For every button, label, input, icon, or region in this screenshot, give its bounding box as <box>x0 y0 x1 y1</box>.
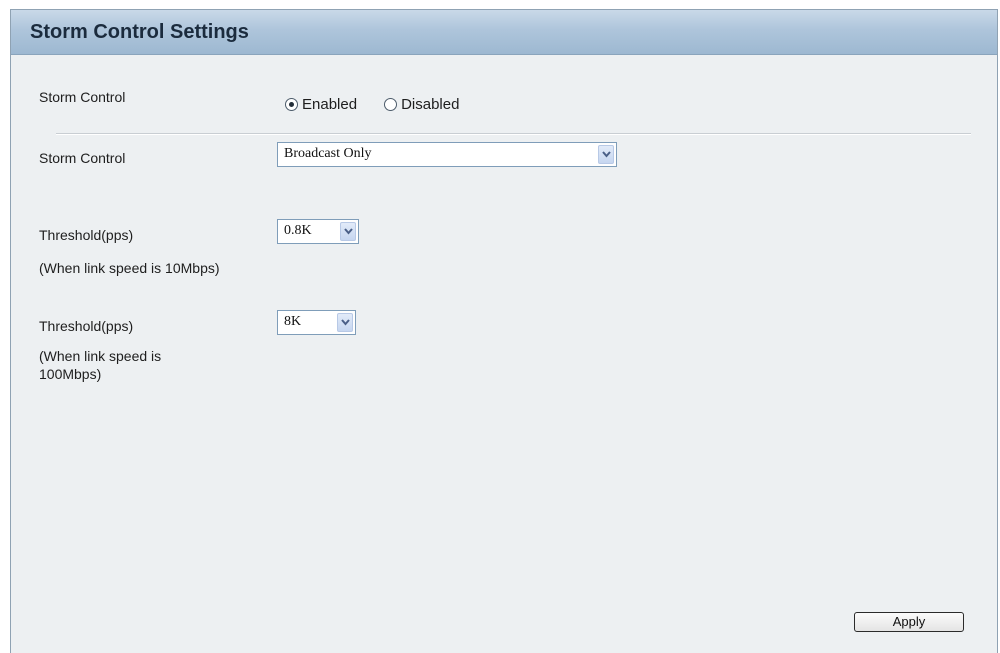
storm-control-state-label: Storm Control <box>39 89 126 105</box>
storm-control-panel: Storm Control Settings Storm Control Ena… <box>10 9 998 653</box>
disabled-label: Disabled <box>401 96 460 113</box>
threshold-100-note-line1: (When link speed is <box>39 348 162 364</box>
storm-control-radio-group: Enabled Disabled <box>285 96 486 113</box>
threshold-100-select[interactable]: 8K <box>277 310 356 335</box>
radio-checked-icon[interactable] <box>285 98 298 111</box>
title-bar: Storm Control Settings <box>11 10 997 55</box>
threshold-10-label: Threshold(pps) <box>39 227 134 243</box>
threshold-10-select[interactable]: 0.8K <box>277 219 359 244</box>
enabled-radio-option[interactable]: Enabled <box>285 96 357 113</box>
chevron-down-icon[interactable] <box>598 145 614 164</box>
radio-unchecked-icon[interactable] <box>384 98 398 111</box>
threshold-10-value: 0.8K <box>284 223 312 238</box>
chevron-down-icon[interactable] <box>340 222 356 241</box>
enabled-label: Enabled <box>302 96 358 113</box>
page-title: Storm Control Settings <box>30 21 249 43</box>
storm-control-type-label: Storm Control <box>39 150 126 166</box>
chevron-down-icon[interactable] <box>337 313 353 332</box>
threshold-100-value: 8K <box>284 314 302 329</box>
storm-control-type-value: Broadcast Only <box>284 146 372 161</box>
threshold-100-label: Threshold(pps) <box>39 318 134 334</box>
storm-control-type-select[interactable]: Broadcast Only <box>277 142 617 167</box>
threshold-10-note: (When link speed is 10Mbps) <box>39 260 220 276</box>
apply-button[interactable]: Apply <box>854 612 964 632</box>
section-divider <box>56 133 971 135</box>
disabled-radio-option[interactable]: Disabled <box>384 96 459 113</box>
threshold-100-note-line2: 100Mbps) <box>39 366 102 382</box>
